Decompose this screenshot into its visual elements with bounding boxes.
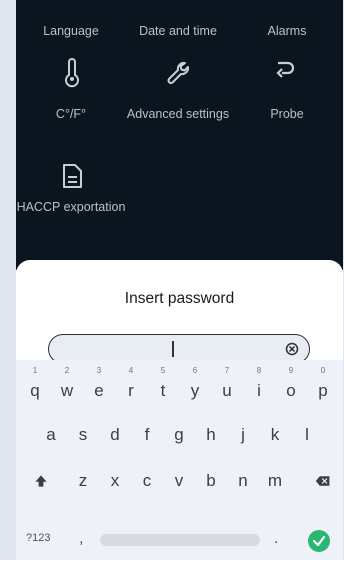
key-r[interactable]: 4r — [116, 366, 146, 408]
key-o[interactable]: 9o — [276, 366, 306, 408]
shift-key[interactable] — [26, 464, 56, 498]
clear-icon[interactable] — [285, 342, 299, 356]
key-n[interactable]: n — [228, 464, 258, 498]
key-q[interactable]: 1q — [20, 366, 50, 408]
period-key[interactable]: . — [274, 530, 278, 548]
key-y[interactable]: 6y — [180, 366, 210, 408]
key-d[interactable]: d — [100, 418, 130, 452]
tile-label-probe[interactable]: Probe — [232, 107, 342, 122]
key-k[interactable]: k — [260, 418, 290, 452]
keyboard-row-3: z x c v b n m — [16, 464, 343, 504]
thermometer-icon[interactable] — [57, 58, 87, 88]
check-icon — [312, 535, 326, 547]
backspace-icon — [315, 476, 330, 486]
key-f[interactable]: f — [132, 418, 162, 452]
wrench-icon[interactable] — [164, 58, 194, 88]
probe-icon[interactable] — [272, 56, 302, 86]
backspace-key[interactable] — [308, 464, 338, 498]
key-m[interactable]: m — [260, 464, 290, 498]
left-edge — [0, 0, 16, 560]
shift-icon — [35, 475, 47, 487]
key-j[interactable]: j — [228, 418, 258, 452]
key-w[interactable]: 2w — [52, 366, 82, 408]
key-i[interactable]: 8i — [244, 366, 274, 408]
key-g[interactable]: g — [164, 418, 194, 452]
symbols-key[interactable]: ?123 — [26, 532, 50, 544]
key-e[interactable]: 3e — [84, 366, 114, 408]
key-a[interactable]: a — [36, 418, 66, 452]
key-u[interactable]: 7u — [212, 366, 242, 408]
key-c[interactable]: c — [132, 464, 162, 498]
menu-date-time[interactable]: Date and time — [123, 24, 233, 39]
on-screen-keyboard: 1q 2w 3e 4r 5t 6y 7u 8i 9o 0p a s d f g … — [16, 360, 343, 560]
key-l[interactable]: l — [292, 418, 322, 452]
comma-key[interactable]: , — [79, 530, 83, 548]
keyboard-row-2: a s d f g h j k l — [16, 418, 343, 458]
key-t[interactable]: 5t — [148, 366, 178, 408]
key-p[interactable]: 0p — [308, 366, 338, 408]
enter-key[interactable] — [308, 530, 330, 552]
key-b[interactable]: b — [196, 464, 226, 498]
key-s[interactable]: s — [68, 418, 98, 452]
key-z[interactable]: z — [68, 464, 98, 498]
dialog-title: Insert password — [124, 290, 235, 307]
text-cursor — [172, 341, 174, 357]
space-bar[interactable] — [100, 534, 260, 546]
key-h[interactable]: h — [196, 418, 226, 452]
tile-label-advanced[interactable]: Advanced settings — [123, 107, 233, 122]
keyboard-row-4: ?123 , . — [16, 524, 343, 564]
document-icon[interactable] — [57, 161, 87, 191]
menu-alarms[interactable]: Alarms — [232, 24, 342, 39]
menu-language[interactable]: Language — [16, 24, 126, 39]
keyboard-row-1: 1q 2w 3e 4r 5t 6y 7u 8i 9o 0p — [16, 366, 343, 414]
tile-label-haccp[interactable]: HACCP exportation — [16, 200, 126, 215]
tile-label-temp-unit[interactable]: C°/F° — [16, 107, 126, 122]
settings-menu: Language Date and time Alarms C°/F° Adva… — [16, 0, 343, 270]
key-v[interactable]: v — [164, 464, 194, 498]
key-x[interactable]: x — [100, 464, 130, 498]
screen: Language Date and time Alarms C°/F° Adva… — [0, 0, 344, 560]
